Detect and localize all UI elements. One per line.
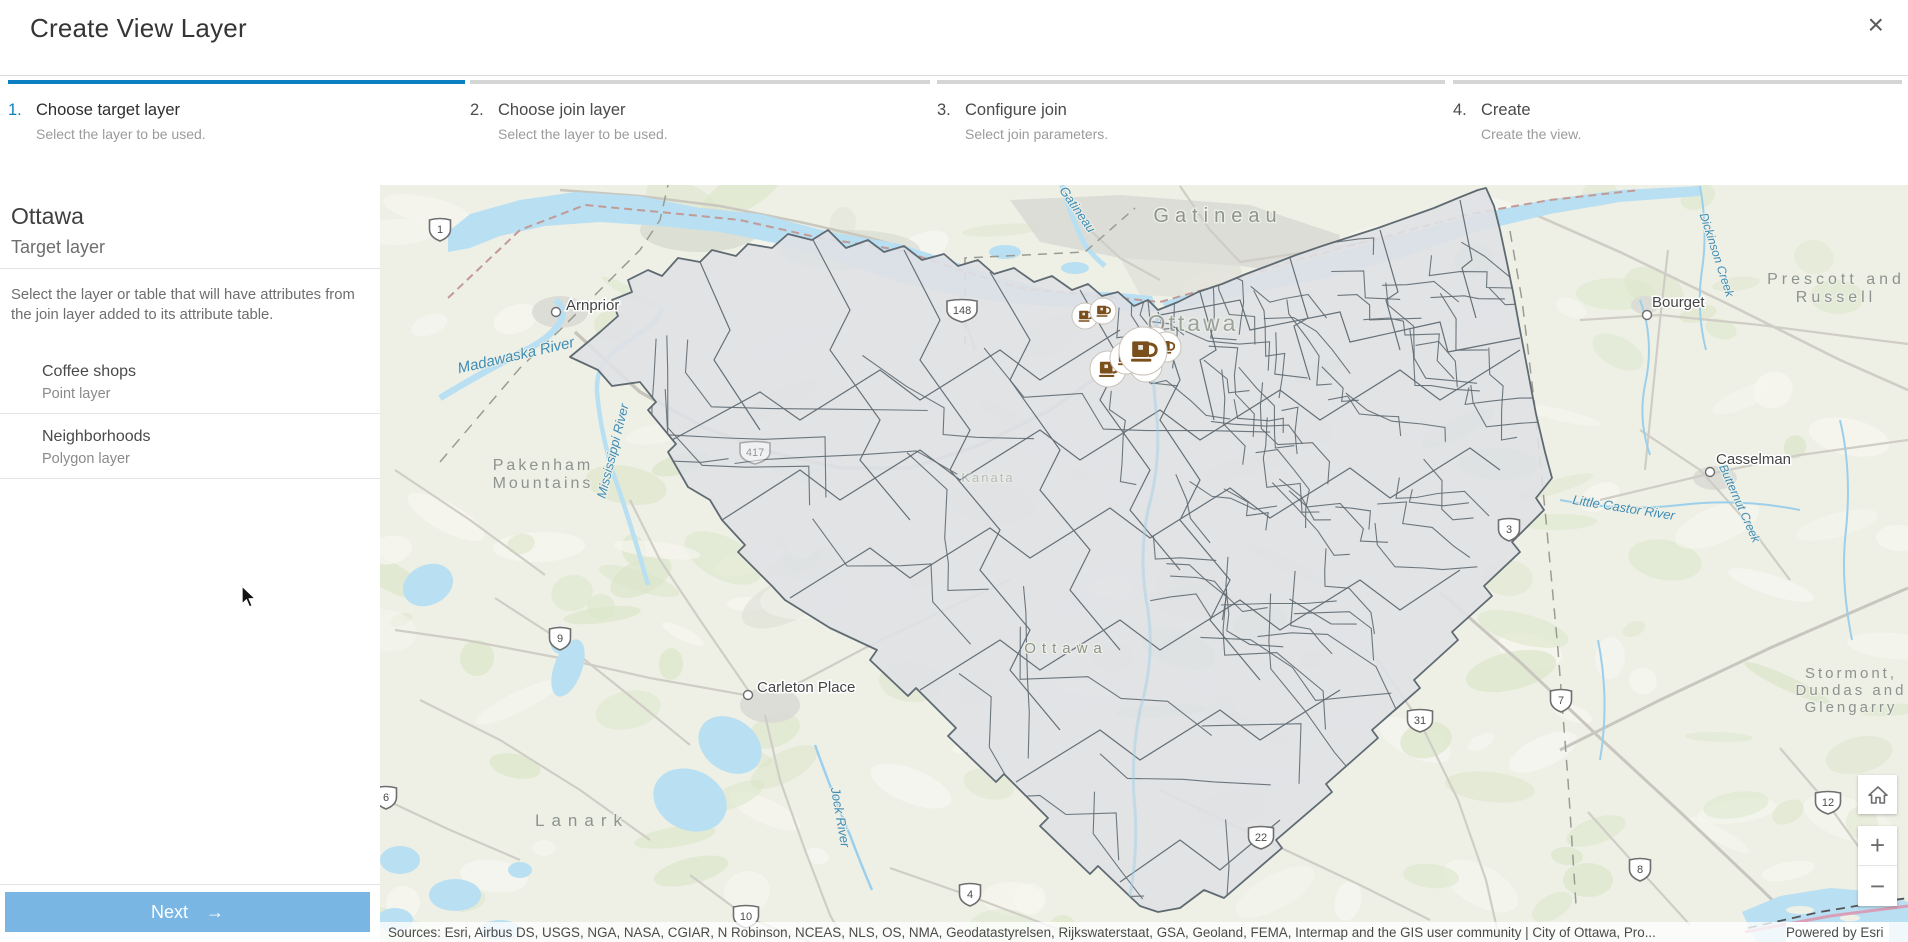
map-svg[interactable]: Gatineau Prescott andRussell Stormont,Dund… bbox=[340, 164, 1908, 942]
layer-item-neighborhoods[interactable]: Neighborhoods Polygon layer bbox=[0, 428, 380, 488]
panel-divider bbox=[0, 884, 380, 885]
powered-by-esri: Powered by Esri bbox=[1786, 922, 1889, 942]
home-icon bbox=[1867, 785, 1888, 804]
city-label: Bourget bbox=[1652, 294, 1705, 311]
layer-name: Coffee shops bbox=[42, 363, 136, 380]
zoom-controls: + − bbox=[1858, 826, 1897, 906]
wizard-step-1: 1. Choose target layer Select the layer t… bbox=[8, 101, 428, 142]
road-shield: 8 bbox=[1628, 857, 1652, 882]
page-title: Create View Layer bbox=[30, 13, 247, 43]
map-label: Russell bbox=[1796, 289, 1876, 306]
road-shield: 7 bbox=[1549, 688, 1573, 713]
home-button[interactable] bbox=[1858, 775, 1897, 814]
plus-icon: + bbox=[1869, 830, 1886, 860]
map-label: Dundas and bbox=[1796, 682, 1907, 699]
svg-text:22: 22 bbox=[1255, 832, 1267, 844]
next-button-label: Next bbox=[150, 901, 188, 922]
city-label: Casselman bbox=[1716, 451, 1791, 468]
svg-text:3: 3 bbox=[1506, 524, 1512, 536]
svg-text:4: 4 bbox=[967, 889, 973, 901]
coffee-marker[interactable] bbox=[1089, 297, 1117, 325]
step-number: 1. bbox=[8, 101, 22, 119]
step-number: 3. bbox=[937, 101, 951, 119]
selected-layer-name: Ottawa bbox=[11, 203, 84, 229]
svg-text:148: 148 bbox=[953, 305, 971, 317]
zoom-out-button[interactable]: − bbox=[1858, 866, 1897, 906]
minus-icon: − bbox=[1869, 870, 1886, 901]
create-view-layer-dialog: Create View Layer × 1. Choose target laye… bbox=[0, 0, 1908, 942]
map-label: Prescott and bbox=[1767, 271, 1905, 288]
layer-type: Polygon layer bbox=[42, 451, 130, 467]
step-label: Create bbox=[1481, 101, 1531, 119]
step-label: Choose target layer bbox=[36, 101, 180, 119]
city-label: Carleton Place bbox=[757, 679, 855, 696]
panel-instruction: Select the layer or table that will have… bbox=[11, 287, 355, 323]
map-label: Gatineau bbox=[1153, 205, 1282, 227]
progress-segment-1 bbox=[8, 80, 465, 84]
map-label: Kanata bbox=[961, 470, 1014, 485]
step-number: 4. bbox=[1453, 101, 1467, 119]
close-icon[interactable]: × bbox=[1862, 10, 1890, 40]
step-label: Configure join bbox=[965, 101, 1067, 119]
svg-text:8: 8 bbox=[1637, 864, 1643, 876]
map-canvas[interactable]: Gatineau Prescott and Russell Stormont, Dund… bbox=[340, 164, 1908, 942]
city-label: Arnprior bbox=[566, 297, 619, 314]
wizard-step-4: 4. Create Create the view. bbox=[1453, 101, 1873, 142]
svg-text:7: 7 bbox=[1558, 695, 1564, 707]
map-label: Mountains bbox=[493, 475, 594, 492]
layer-name: Neighborhoods bbox=[42, 428, 151, 445]
svg-text:6: 6 bbox=[383, 792, 389, 804]
step-description: Select join parameters. bbox=[965, 126, 1109, 142]
progress-segment-3 bbox=[937, 80, 1445, 84]
map-label: Glengarry bbox=[1805, 699, 1898, 716]
road-shield: 4 bbox=[958, 882, 982, 907]
step-description: Select the layer to be used. bbox=[498, 126, 668, 142]
arrow-right-icon: → bbox=[206, 901, 224, 922]
step-description: Create the view. bbox=[1481, 126, 1582, 142]
step-description: Select the layer to be used. bbox=[36, 126, 206, 142]
panel-divider bbox=[0, 268, 380, 269]
step-label: Choose join layer bbox=[498, 101, 626, 119]
wizard-step-3: 3. Configure join Select join parameters. bbox=[937, 101, 1357, 142]
next-button[interactable]: Next → bbox=[5, 892, 370, 932]
wizard-step-2: 2. Choose join layer Select the layer to … bbox=[470, 101, 890, 142]
panel-divider bbox=[0, 478, 380, 479]
map-attribution: Sources: Esri, Airbus DS, USGS, NGA, NAS… bbox=[380, 922, 1908, 942]
svg-text:9: 9 bbox=[557, 633, 563, 645]
target-layer-panel: Ottawa Target layer Select the layer or … bbox=[0, 185, 380, 942]
svg-text:12: 12 bbox=[1822, 797, 1834, 809]
zoom-in-button[interactable]: + bbox=[1858, 826, 1897, 866]
svg-text:417: 417 bbox=[746, 447, 764, 459]
attribution-sources: Sources: Esri, Airbus DS, USGS, NGA, NAS… bbox=[388, 924, 1656, 940]
map-label: Pakenham bbox=[493, 457, 594, 474]
road-shield: 3 bbox=[1497, 517, 1521, 542]
progress-segment-4 bbox=[1453, 80, 1902, 84]
road-shield: 1 bbox=[428, 217, 452, 242]
progress-segment-2 bbox=[470, 80, 930, 84]
selected-layer-type: Target layer bbox=[11, 237, 106, 257]
header-divider bbox=[0, 75, 1908, 76]
map-label: Stormont, bbox=[1805, 665, 1897, 682]
panel-divider bbox=[0, 413, 380, 414]
road-shield: 9 bbox=[548, 626, 572, 651]
svg-text:1: 1 bbox=[437, 224, 443, 236]
layer-type: Point layer bbox=[42, 386, 111, 402]
step-number: 2. bbox=[470, 101, 484, 119]
map-label: Ottawa bbox=[1024, 640, 1108, 657]
svg-text:31: 31 bbox=[1414, 715, 1426, 727]
layer-item-coffee-shops[interactable]: Coffee shops Point layer bbox=[0, 363, 380, 423]
coffee-marker[interactable] bbox=[1118, 326, 1168, 376]
map-label: Lanark bbox=[535, 811, 629, 830]
